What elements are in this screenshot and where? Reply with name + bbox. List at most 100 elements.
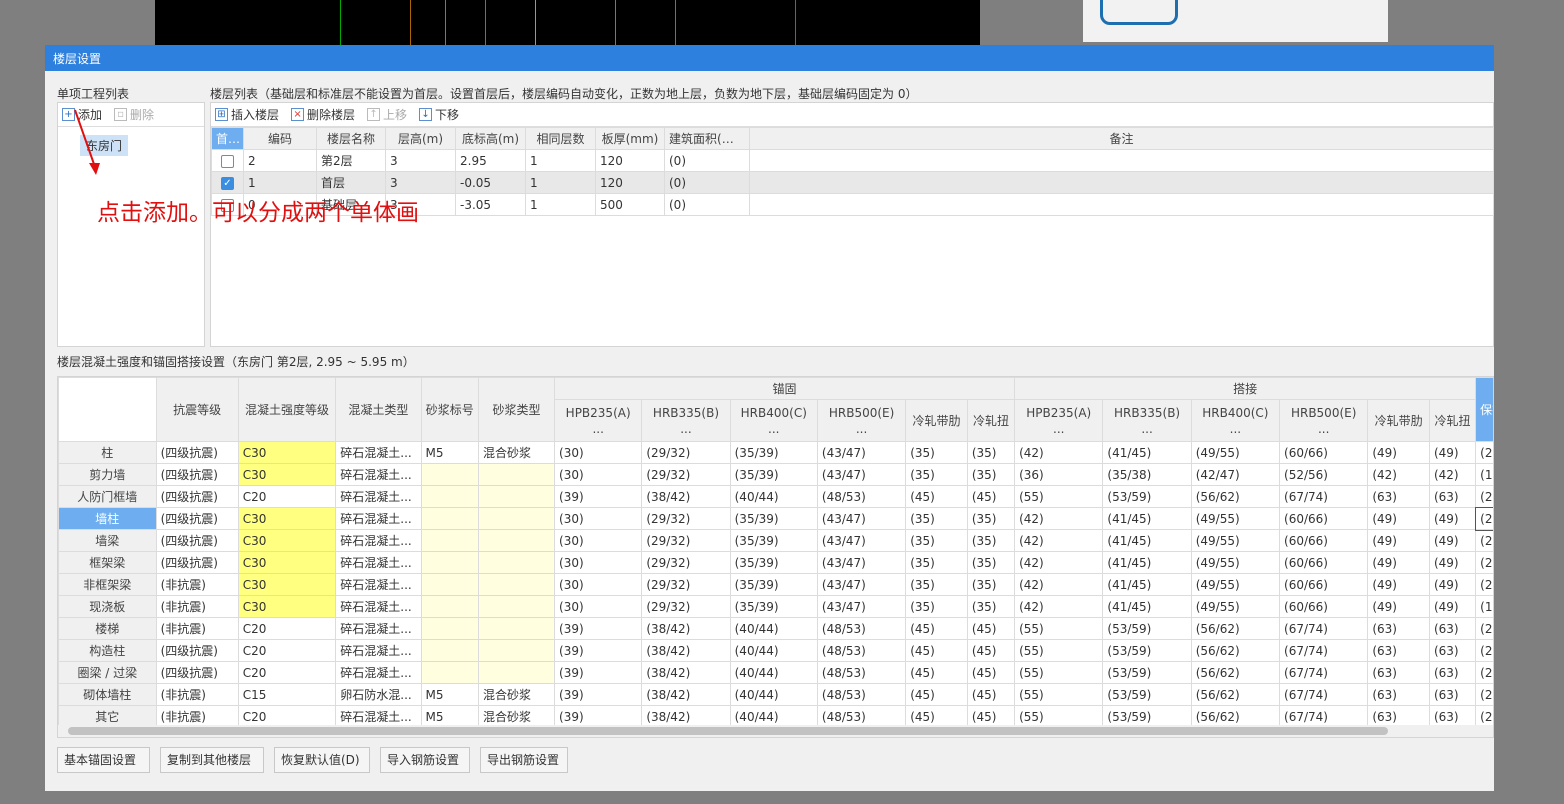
settings-cell[interactable]: (35/38): [1102, 463, 1192, 486]
settings-cell[interactable]: (29/32): [641, 551, 731, 574]
settings-cell[interactable]: (20): [1475, 441, 1493, 464]
settings-cell[interactable]: (56/62): [1190, 661, 1281, 684]
settings-cell[interactable]: (25): [1475, 661, 1493, 684]
floor-col-header[interactable]: 相同层数: [525, 127, 596, 150]
settings-cell[interactable]: C30: [237, 529, 337, 552]
first-floor-checkbox-cell[interactable]: [211, 149, 244, 172]
settings-cell[interactable]: (41/45): [1102, 529, 1192, 552]
settings-cell[interactable]: (60/66): [1279, 507, 1369, 530]
settings-cell[interactable]: (38/42): [641, 639, 731, 662]
settings-cell[interactable]: C30: [237, 595, 337, 618]
settings-cell[interactable]: (49/55): [1190, 507, 1281, 530]
settings-cell[interactable]: (30): [554, 441, 643, 464]
horizontal-scrollbar[interactable]: [58, 725, 1493, 737]
lap-rebar-header[interactable]: 冷轧带肋: [1367, 399, 1430, 442]
floor-cell[interactable]: 首层: [316, 171, 386, 194]
settings-cell[interactable]: (45): [966, 683, 1016, 706]
settings-cell[interactable]: (35): [905, 463, 968, 486]
settings-cell[interactable]: (60/66): [1279, 551, 1369, 574]
settings-cell[interactable]: (29/32): [641, 441, 731, 464]
settings-cell[interactable]: (30): [554, 529, 643, 552]
settings-cell[interactable]: (63): [1367, 683, 1430, 706]
settings-row[interactable]: 柱 (四级抗震) C30 碎石混凝土... M5 混合砂浆 (30) (29/32) (35/3…: [58, 441, 1493, 464]
settings-row[interactable]: 构造柱 (四级抗震) C20 碎石混凝土... (39) (38/42) (40/44) (4…: [58, 639, 1493, 662]
settings-cell[interactable]: (四级抗震): [155, 485, 239, 508]
settings-cell[interactable]: (40/44): [729, 485, 818, 508]
settings-cell[interactable]: [478, 485, 556, 508]
settings-cell[interactable]: (63): [1367, 639, 1430, 662]
settings-cell[interactable]: (49): [1428, 507, 1477, 530]
floor-cell[interactable]: 1: [525, 193, 596, 216]
settings-cell[interactable]: C30: [237, 463, 337, 486]
settings-cell[interactable]: (45): [905, 639, 968, 662]
settings-cell[interactable]: (29/32): [641, 573, 731, 596]
settings-cell[interactable]: (40/44): [729, 617, 818, 640]
settings-cell[interactable]: [478, 463, 556, 486]
settings-cell[interactable]: [420, 551, 480, 574]
settings-cell[interactable]: [420, 617, 480, 640]
floor-cell[interactable]: [749, 149, 1494, 172]
settings-cell[interactable]: (35): [905, 595, 968, 618]
settings-cell[interactable]: (30): [554, 507, 643, 530]
settings-cell[interactable]: C30: [237, 551, 337, 574]
settings-cell[interactable]: (41/45): [1102, 551, 1192, 574]
anchor-rebar-header[interactable]: HRB400(C) ...: [729, 399, 818, 442]
settings-row[interactable]: 框架梁 (四级抗震) C30 碎石混凝土... (30) (29/32) (35/39) (4…: [58, 551, 1493, 574]
settings-cell[interactable]: [420, 507, 480, 530]
settings-cell[interactable]: C15: [237, 683, 337, 706]
settings-cell[interactable]: (20): [1475, 551, 1493, 574]
floor-col-header[interactable]: 首层: [211, 127, 244, 150]
floor-col-header[interactable]: 建筑面积(m2): [664, 127, 750, 150]
settings-cell[interactable]: [478, 573, 556, 596]
settings-cell[interactable]: (35): [905, 507, 968, 530]
first-floor-checkbox[interactable]: [221, 154, 234, 168]
floor-cell[interactable]: [749, 193, 1494, 216]
settings-col-header[interactable]: 砂浆类型: [478, 377, 556, 442]
settings-cell[interactable]: (39): [554, 485, 643, 508]
settings-cell[interactable]: (15): [1475, 463, 1493, 486]
settings-cell[interactable]: (53/59): [1102, 661, 1192, 684]
floor-cell[interactable]: 1: [525, 171, 596, 194]
settings-cell[interactable]: (36): [1014, 463, 1104, 486]
settings-cell[interactable]: (45): [966, 639, 1016, 662]
settings-cell[interactable]: (49/55): [1190, 551, 1281, 574]
settings-cell[interactable]: (29/32): [641, 463, 731, 486]
settings-cell[interactable]: [478, 639, 556, 662]
settings-cell[interactable]: (四级抗震): [155, 463, 239, 486]
settings-cell[interactable]: (非抗震): [155, 595, 239, 618]
lap-rebar-header[interactable]: HPB235(A) ...: [1014, 399, 1104, 442]
settings-cell[interactable]: (25): [1475, 639, 1493, 662]
anchor-rebar-header[interactable]: HPB235(A) ...: [554, 399, 643, 442]
settings-cell[interactable]: (35): [966, 441, 1016, 464]
settings-cell[interactable]: (45): [966, 661, 1016, 684]
settings-cell[interactable]: (35): [966, 463, 1016, 486]
floor-col-header[interactable]: 楼层名称: [316, 127, 386, 150]
settings-cell[interactable]: (49): [1367, 551, 1430, 574]
floor-cell[interactable]: [749, 171, 1494, 194]
settings-cell[interactable]: C20: [237, 617, 337, 640]
settings-cell[interactable]: (63): [1367, 485, 1430, 508]
settings-cell[interactable]: (63): [1428, 617, 1477, 640]
settings-cell[interactable]: 碎石混凝土...: [335, 573, 422, 596]
settings-cell[interactable]: (42): [1014, 529, 1104, 552]
settings-cell[interactable]: (63): [1367, 661, 1430, 684]
settings-cell[interactable]: (30): [554, 551, 643, 574]
settings-cell[interactable]: (49): [1367, 573, 1430, 596]
settings-cell[interactable]: (49): [1428, 595, 1477, 618]
anchor-rebar-header[interactable]: HRB335(B) ...: [641, 399, 731, 442]
settings-cell[interactable]: (42/47): [1190, 463, 1281, 486]
anchor-rebar-header[interactable]: 冷轧带肋: [905, 399, 968, 442]
settings-cell[interactable]: [478, 507, 556, 530]
settings-cell[interactable]: C30: [237, 441, 337, 464]
settings-cell[interactable]: (35): [905, 529, 968, 552]
settings-cell[interactable]: (48/53): [816, 617, 907, 640]
bottom-button-4[interactable]: 导出钢筋设置: [480, 747, 568, 773]
settings-cell[interactable]: (45): [905, 661, 968, 684]
settings-cell[interactable]: (53/59): [1102, 639, 1192, 662]
settings-cell[interactable]: (43/47): [816, 551, 907, 574]
anchor-rebar-header[interactable]: 冷轧扭: [966, 399, 1016, 442]
floor-cell[interactable]: (0): [664, 149, 750, 172]
settings-cell[interactable]: (29/32): [641, 507, 731, 530]
floor-col-header[interactable]: 备注: [749, 127, 1494, 150]
settings-cell[interactable]: (四级抗震): [155, 551, 239, 574]
